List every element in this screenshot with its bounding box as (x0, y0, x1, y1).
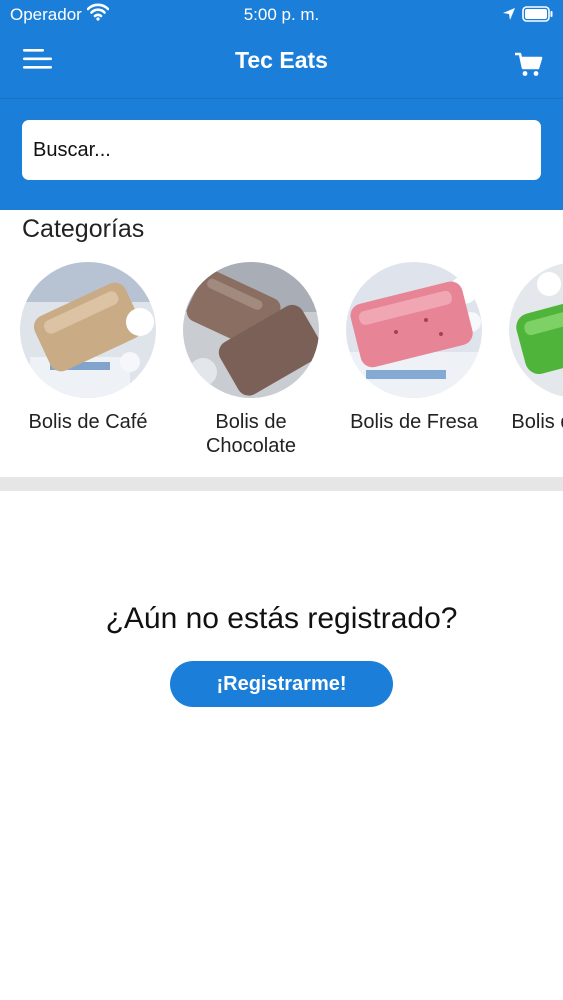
status-bar: Operador 5:00 p. m. (0, 0, 563, 30)
strawberry-bolis-photo (346, 262, 482, 398)
category-label: Bolis de Fresa (350, 411, 478, 433)
app-title: Tec Eats (235, 47, 328, 73)
categories-title: Categorías (22, 215, 145, 243)
status-time: 5:00 p. m. (243, 5, 320, 24)
coffee-bolis-photo (20, 262, 156, 398)
app-header: Operador 5:00 p. m. Tec Eats Buscar... (0, 0, 563, 210)
nav-bar: Tec Eats (0, 38, 563, 88)
search-box (22, 120, 541, 180)
battery-icon (522, 6, 554, 27)
register-question: ¿Aún no estás registrado? (105, 602, 458, 635)
category-label: Bolis de Chocolate (205, 411, 297, 457)
cart-icon[interactable] (514, 52, 544, 78)
register-button[interactable]: ¡Registrarme! (170, 661, 393, 707)
chocolate-bolis-photo (183, 262, 319, 398)
lime-bolis-photo (509, 262, 563, 398)
category-label: Bolis de Limón (511, 411, 563, 433)
category-item-limon[interactable]: Bolis de Limón (497, 262, 563, 434)
categories-carousel[interactable]: Bolis de Café Bolis de Chocolate Bolis d… (0, 262, 563, 472)
nav-divider (0, 98, 563, 99)
category-label: Bolis de Café (28, 411, 148, 433)
location-arrow-icon (502, 6, 516, 26)
search-input[interactable] (22, 120, 541, 180)
section-divider (0, 477, 563, 491)
category-item-fresa[interactable]: Bolis de Fresa (334, 262, 494, 434)
category-item-cafe[interactable]: Bolis de Café (8, 262, 168, 434)
category-item-chocolate[interactable]: Bolis de Chocolate (171, 262, 331, 458)
